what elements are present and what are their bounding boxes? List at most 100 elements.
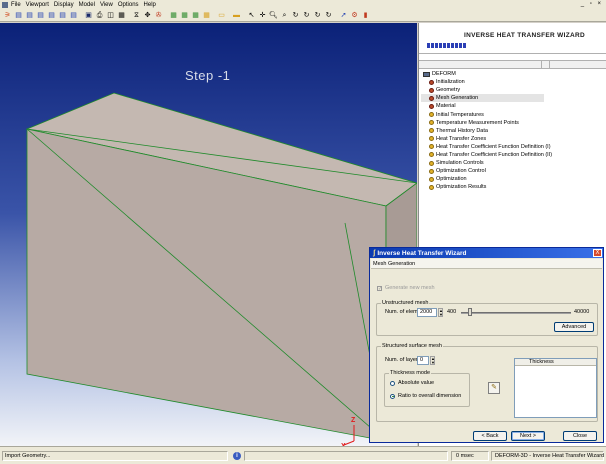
layout-icon[interactable]: ▤ xyxy=(14,11,23,20)
progress-segment xyxy=(439,43,442,48)
progress-segment xyxy=(435,43,438,48)
wizard-tree: DEFORM Initialization Geometry Mesh Genera… xyxy=(421,70,606,191)
menu-help[interactable]: Help xyxy=(144,2,156,8)
tree-item[interactable]: Simulation Controls xyxy=(421,159,606,167)
menu-viewport[interactable]: Viewport xyxy=(26,2,49,8)
layout-icon[interactable]: ▤ xyxy=(58,11,67,20)
layout-icon[interactable]: ▤ xyxy=(25,11,34,20)
next-button[interactable]: Next > xyxy=(511,431,545,441)
back-button[interactable]: < Back xyxy=(473,431,507,441)
num-layers-input[interactable]: 0 xyxy=(417,356,429,365)
table-icon[interactable]: ▦ xyxy=(191,11,200,20)
menu-view[interactable]: View xyxy=(100,2,113,8)
tree-item-label: Heat Transfer Coefficient Function Defin… xyxy=(436,143,551,150)
pending-step-icon xyxy=(429,160,434,166)
mesh-icon[interactable]: ⧖ xyxy=(132,11,141,20)
zoom-box-icon[interactable]: ⌕ xyxy=(280,11,289,20)
thickness-edit-button[interactable]: ✎ xyxy=(488,382,500,394)
generate-new-mesh-checkbox[interactable]: ✓ Generate new mesh xyxy=(377,285,435,291)
status-message: Import Geometry... xyxy=(2,451,228,461)
rotate-icon[interactable]: ✇ xyxy=(154,11,163,20)
window-icon[interactable]: ▬ xyxy=(232,11,241,20)
thickness-header: Thickness xyxy=(515,359,596,366)
pending-step-icon xyxy=(429,128,434,134)
progress-segment xyxy=(431,43,434,48)
save-icon[interactable]: ▣ xyxy=(84,11,93,20)
screenshot-icon[interactable]: ◫ xyxy=(106,11,115,20)
info-icon[interactable]: i xyxy=(233,452,241,460)
window-controls[interactable]: _ ▫ × xyxy=(581,1,603,7)
pan-icon[interactable]: ✛ xyxy=(258,11,267,20)
export-icon[interactable]: ▦ xyxy=(117,11,126,20)
column-divider[interactable] xyxy=(541,61,542,69)
tree-item-label: Heat Transfer Coefficient Function Defin… xyxy=(436,151,553,158)
menu-options[interactable]: Options xyxy=(118,2,139,8)
tree-item[interactable]: Mesh Generation xyxy=(421,94,544,103)
wizard-progress xyxy=(427,43,471,48)
help-icon[interactable]: ➚ xyxy=(339,11,348,20)
ratio-label: Ratio to overall dimension xyxy=(398,393,462,399)
layout-icon[interactable]: ▤ xyxy=(47,11,56,20)
absolute-value-radio[interactable]: Absolute value xyxy=(390,380,434,386)
advanced-button[interactable]: Advanced xyxy=(554,322,594,332)
num-elems-slider-track[interactable] xyxy=(461,312,571,314)
move-icon[interactable]: ✥ xyxy=(143,11,152,20)
dialog-titlebar[interactable]: ʃ Inverse Heat Transfer Wizard xyxy=(370,248,603,258)
rotate-x-icon[interactable]: ↻ xyxy=(291,11,300,20)
rotate-free-icon[interactable]: ↻ xyxy=(324,11,333,20)
num-layers-spinner[interactable]: ▲ ▼ xyxy=(430,356,435,365)
tree-item[interactable]: Optimization Control xyxy=(421,167,606,175)
column-divider[interactable] xyxy=(549,61,550,69)
table-icon[interactable]: ▦ xyxy=(180,11,189,20)
tree-item[interactable]: Initialization xyxy=(421,78,606,86)
print-icon[interactable]: ⎙ xyxy=(95,11,104,20)
settings-icon[interactable]: ⚙ xyxy=(350,11,359,20)
status-app: DEFORM-3D - Inverse Heat Transfer Wizard xyxy=(491,451,604,461)
tree-item[interactable]: Heat Transfer Coefficient Function Defin… xyxy=(421,151,606,159)
layout-icon[interactable]: ⚞ xyxy=(3,11,12,20)
pending-step-icon xyxy=(429,112,434,118)
tree-item[interactable]: Optimization xyxy=(421,175,606,183)
tree-item-label: Optimization xyxy=(436,176,467,183)
num-elems-spinner[interactable]: ▲ ▼ xyxy=(438,308,443,317)
dialog-subtitle: Mesh Generation xyxy=(371,259,602,269)
num-elems-input[interactable]: 2000 xyxy=(417,308,437,317)
progress-segment xyxy=(455,43,458,48)
axis-z-label: Z xyxy=(351,417,356,424)
table-icon[interactable]: ▦ xyxy=(202,11,211,20)
num-elems-slider-thumb[interactable] xyxy=(468,308,472,316)
3d-viewport[interactable]: Step -1 Z X xyxy=(0,23,417,446)
table-icon[interactable]: ▦ xyxy=(169,11,178,20)
progress-segment xyxy=(427,43,430,48)
close-button[interactable]: Close xyxy=(563,431,597,441)
layout-icon[interactable]: ▤ xyxy=(36,11,45,20)
menu-display[interactable]: Display xyxy=(54,2,74,8)
tree-item[interactable]: Geometry xyxy=(421,86,606,94)
tree-item-label: Material xyxy=(436,103,456,110)
tree-item[interactable]: Thermal History Data xyxy=(421,127,606,135)
tree-item[interactable]: Material xyxy=(421,102,606,110)
exit-icon[interactable]: ▮ xyxy=(361,11,370,20)
tree-item[interactable]: Initial Temperatures xyxy=(421,110,606,118)
tree-item-label: Optimization Control xyxy=(436,168,486,175)
zoom-icon[interactable]: 🔍︎ xyxy=(269,11,278,20)
tree-item[interactable]: Optimization Results xyxy=(421,183,606,191)
select-icon[interactable]: ↖ xyxy=(247,11,256,20)
thickness-table[interactable]: Thickness xyxy=(514,358,597,418)
thickness-mode-group: Thickness mode Absolute value Ratio to o… xyxy=(384,370,470,407)
layout-icon[interactable]: ▤ xyxy=(69,11,78,20)
menu-file[interactable]: File xyxy=(11,2,21,8)
structured-surface-mesh-label: Structured surface mesh xyxy=(381,343,443,349)
tree-item[interactable]: Temperature Measurement Points xyxy=(421,119,606,127)
rotate-z-icon[interactable]: ↻ xyxy=(313,11,322,20)
open-icon[interactable]: ▭ xyxy=(217,11,226,20)
tree-root[interactable]: DEFORM xyxy=(421,70,606,78)
radio-icon xyxy=(390,380,395,386)
dialog-close-button[interactable]: X xyxy=(593,249,602,257)
menu-model[interactable]: Model xyxy=(79,2,95,8)
rotate-y-icon[interactable]: ↻ xyxy=(302,11,311,20)
tree-item[interactable]: Heat Transfer Coefficient Function Defin… xyxy=(421,143,606,151)
tree-column-header xyxy=(419,60,606,69)
tree-item[interactable]: Heat Transfer Zones xyxy=(421,135,606,143)
ratio-radio[interactable]: Ratio to overall dimension xyxy=(390,393,461,399)
